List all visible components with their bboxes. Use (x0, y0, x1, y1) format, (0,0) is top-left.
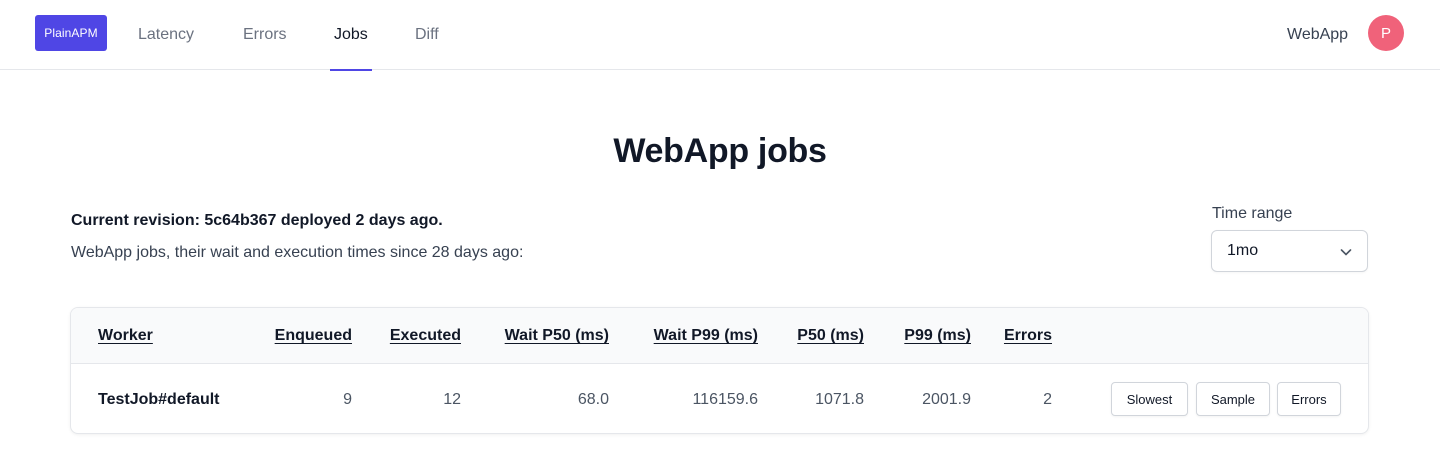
column-header-enqueued[interactable]: Enqueued (251, 308, 352, 364)
app-name: WebApp (1287, 26, 1349, 43)
nav-jobs[interactable]: Jobs (330, 0, 372, 71)
column-header-worker[interactable]: Worker (98, 308, 153, 364)
column-header-wait-p50[interactable]: Wait P50 (ms) (471, 308, 609, 364)
cell-worker: TestJob#default (98, 390, 220, 408)
nav-latency[interactable]: Latency (138, 0, 194, 70)
cell-errors: 2 (1043, 390, 1052, 408)
jobs-table: Worker Enqueued Executed Wait P50 (ms) W… (70, 307, 1369, 434)
current-revision-text: Current revision: 5c64b367 deployed 2 da… (71, 212, 443, 229)
errors-button[interactable]: Errors (1277, 382, 1341, 416)
nav-diff[interactable]: Diff (415, 0, 439, 70)
time-range-label: Time range (1212, 205, 1293, 222)
cell-p99: 2001.9 (922, 390, 971, 408)
cell-enqueued: 9 (343, 390, 352, 408)
table-row: TestJob#default 9 12 68.0 116159.6 1071.… (71, 364, 1368, 433)
sample-button[interactable]: Sample (1196, 382, 1270, 416)
cell-p50: 1071.8 (815, 390, 864, 408)
nav-errors[interactable]: Errors (243, 0, 287, 70)
cell-executed: 12 (443, 390, 461, 408)
page-title: WebApp jobs (613, 132, 827, 170)
column-header-p99[interactable]: P99 (ms) (871, 308, 971, 364)
page-subtitle: WebApp jobs, their wait and execution ti… (71, 244, 524, 261)
top-navigation-bar: PlainAPM Latency Errors Jobs Diff WebApp… (0, 0, 1440, 71)
cell-wait-p99: 116159.6 (692, 390, 758, 408)
column-header-executed[interactable]: Executed (361, 308, 461, 364)
chevron-down-icon (1340, 249, 1352, 256)
cell-wait-p50: 68.0 (577, 390, 609, 408)
user-avatar[interactable]: P (1368, 15, 1404, 51)
time-range-value: 1mo (1227, 242, 1259, 259)
column-header-p50[interactable]: P50 (ms) (771, 308, 864, 364)
time-range-select[interactable]: 1mo (1211, 230, 1368, 272)
column-header-errors[interactable]: Errors (981, 308, 1052, 364)
column-header-wait-p99[interactable]: Wait P99 (ms) (621, 308, 758, 364)
table-header-row: Worker Enqueued Executed Wait P50 (ms) W… (71, 308, 1368, 364)
slowest-button[interactable]: Slowest (1111, 382, 1188, 416)
plainapm-logo[interactable]: PlainAPM (35, 15, 107, 51)
